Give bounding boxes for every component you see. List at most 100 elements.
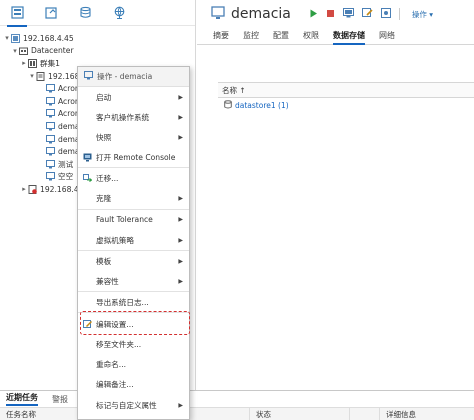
table-row[interactable]: datastore1 (1) — [218, 98, 474, 112]
context-menu-header: 操作 - demacia — [78, 67, 189, 87]
tree-item-label: Datacenter — [31, 46, 74, 56]
menu-item-label: 导出系统日志... — [96, 297, 149, 307]
vm-tabs: 摘要 监控 配置 权限 数据存储 网络 — [197, 28, 474, 45]
power-off-icon[interactable] — [326, 9, 335, 20]
menu-item-export-logs[interactable]: 导出系统日志... — [78, 295, 189, 309]
menu-item-label: 克隆 — [96, 193, 112, 203]
actions-label: 操作 — [411, 9, 427, 19]
host-icon — [36, 71, 45, 81]
cluster-icon — [28, 58, 37, 68]
chevron-right-icon: ▶ — [178, 194, 183, 202]
toolbar-divider — [398, 8, 400, 20]
vm-icon — [46, 134, 55, 144]
menu-item-label: 打开 Remote Console — [96, 152, 176, 162]
vm-icon — [46, 147, 55, 156]
tab-alarms[interactable]: 警报 — [52, 394, 68, 405]
chevron-right-icon: ▶ — [178, 277, 183, 285]
hosts-clusters-icon[interactable] — [7, 6, 27, 27]
menu-item-power[interactable]: 启动 ▶ — [78, 90, 189, 104]
menu-item-tags-attributes[interactable]: 标记与自定义属性 ▶ — [78, 398, 189, 412]
menu-divider — [78, 291, 189, 292]
vm-icon — [46, 159, 55, 169]
networking-icon[interactable] — [112, 6, 126, 20]
tab-configure[interactable]: 配置 — [273, 30, 289, 44]
inventory-nav — [0, 0, 195, 27]
tree-item-label: 192.168.4.45 — [23, 33, 74, 43]
chevron-right-icon: ▶ — [178, 401, 183, 409]
chevron-right-icon: ▶ — [178, 93, 183, 101]
datastore-icon — [224, 99, 232, 111]
vm-icon — [46, 96, 55, 106]
column-header-task-name[interactable]: 任务名称 — [0, 408, 78, 420]
tab-monitor[interactable]: 监控 — [243, 30, 259, 44]
menu-item-remote-console[interactable]: 打开 Remote Console — [78, 150, 189, 164]
edit-settings-icon[interactable] — [361, 8, 373, 20]
menu-divider — [78, 250, 189, 251]
tree-item-label: 192.168.4. — [40, 184, 82, 194]
chevron-right-icon: ▶ — [178, 133, 183, 141]
remote-console-icon — [83, 153, 92, 162]
menu-item-label: Fault Tolerance — [96, 214, 153, 224]
chevron-down-icon[interactable]: ▾ — [28, 72, 36, 80]
chevron-right-icon[interactable]: ▸ — [20, 59, 28, 67]
datastore-table: 名称 ↑ datastore1 (1) — [218, 82, 474, 112]
vm-icon — [211, 6, 225, 22]
column-header-status[interactable]: 状态 — [250, 408, 350, 420]
vm-toolbar: 操作 ▾ — [309, 8, 433, 20]
menu-item-snapshots[interactable]: 快照 ▶ — [78, 130, 189, 144]
menu-item-label: 移至文件夹... — [96, 339, 142, 349]
vm-icon — [84, 71, 93, 82]
tab-networks[interactable]: 网络 — [379, 30, 395, 44]
vcenter-icon — [11, 33, 20, 43]
menu-item-template[interactable]: 模板 ▶ — [78, 254, 189, 268]
chevron-down-icon[interactable]: ▾ — [3, 34, 11, 42]
vm-icon — [46, 84, 55, 93]
menu-item-clone[interactable]: 克隆 ▶ — [78, 191, 189, 205]
datastore-link[interactable]: datastore1 (1) — [235, 101, 289, 110]
datacenter-icon — [19, 46, 28, 56]
menu-item-vm-policies[interactable]: 虚拟机策略 ▶ — [78, 233, 189, 247]
menu-item-move-to-folder[interactable]: 移至文件夹... — [78, 337, 189, 351]
tab-datastores[interactable]: 数据存储 — [333, 30, 365, 45]
settings-icon[interactable] — [380, 8, 391, 20]
menu-item-rename[interactable]: 重命名... — [78, 357, 189, 371]
console-icon[interactable] — [342, 8, 354, 20]
column-header-blank[interactable] — [350, 408, 380, 420]
chevron-down-icon[interactable]: ▾ — [11, 47, 19, 55]
menu-item-migrate[interactable]: 迁移... — [78, 171, 189, 185]
vm-detail-pane: demacia 操作 ▾ 摘要 监控 配置 权限 数据存储 网络 名称 ↑ da… — [197, 0, 474, 390]
host-alert-icon — [28, 184, 37, 194]
menu-item-label: 快照 — [96, 132, 112, 142]
tree-item[interactable]: ▾ 192.168.4.45 — [0, 32, 195, 45]
vm-title: demacia — [231, 6, 291, 22]
column-header-details[interactable]: 详细信息 — [380, 408, 474, 420]
chevron-right-icon: ▶ — [178, 113, 183, 121]
storage-icon[interactable] — [78, 6, 92, 20]
menu-item-label: 客户机操作系统 — [96, 112, 150, 122]
chevron-right-icon: ▶ — [178, 236, 183, 244]
tab-recent-tasks[interactable]: 近期任务 — [6, 392, 38, 406]
actions-menu-button[interactable]: 操作 ▾ — [412, 9, 433, 20]
menu-item-edit-notes[interactable]: 编辑备注... — [78, 377, 189, 391]
menu-divider — [78, 167, 189, 168]
vms-templates-icon[interactable] — [44, 6, 58, 20]
vm-context-menu: 操作 - demacia 启动 ▶ 客户机操作系统 ▶ 快照 ▶ 打开 Remote … — [77, 66, 190, 420]
power-on-icon[interactable] — [309, 9, 318, 20]
tab-summary[interactable]: 摘要 — [213, 30, 229, 44]
menu-item-label: 编辑备注... — [96, 379, 134, 389]
menu-item-fault-tolerance[interactable]: Fault Tolerance ▶ — [78, 212, 189, 226]
column-header-name[interactable]: 名称 ↑ — [218, 83, 474, 98]
menu-item-compatibility[interactable]: 兼容性 ▶ — [78, 274, 189, 288]
tab-permissions[interactable]: 权限 — [303, 30, 319, 44]
chevron-right-icon[interactable]: ▸ — [20, 185, 28, 193]
menu-item-label: 模板 — [96, 256, 112, 266]
context-menu-title: 操作 - demacia — [97, 72, 153, 81]
chevron-right-icon: ▶ — [178, 215, 183, 223]
menu-item-label: 迁移... — [96, 173, 119, 183]
menu-item-label: 启动 — [96, 92, 112, 102]
migrate-icon — [83, 174, 93, 183]
vm-icon — [46, 172, 55, 181]
tree-item[interactable]: ▾ Datacenter — [0, 45, 195, 58]
tree-item-label: 测试 — [58, 159, 74, 169]
menu-item-guest-os[interactable]: 客户机操作系统 ▶ — [78, 110, 189, 124]
